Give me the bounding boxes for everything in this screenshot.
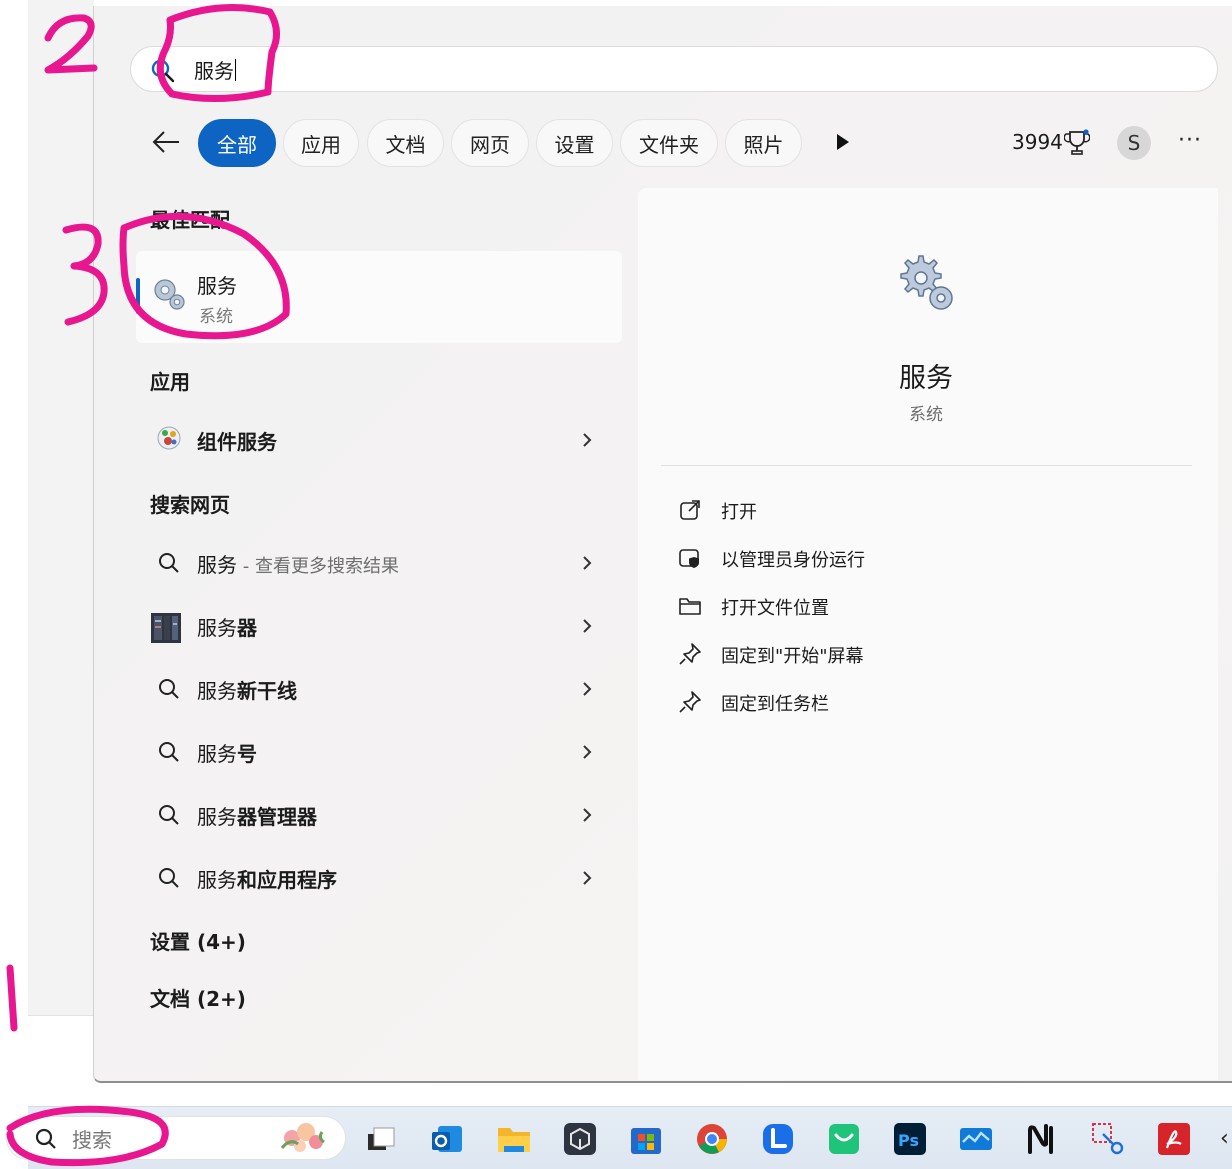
tab-folders[interactable]: 文件夹: [620, 119, 718, 167]
task-view-icon[interactable]: [362, 1120, 400, 1158]
web-result-0[interactable]: 服务 - 查看更多搜索结果: [197, 549, 399, 578]
services-gear-icon: [154, 279, 185, 310]
acrobat-icon[interactable]: [1155, 1120, 1193, 1158]
best-match-subtitle: 系统: [199, 307, 233, 327]
tab-photos[interactable]: 照片: [725, 119, 802, 167]
web-result-5[interactable]: 服务和应用程序: [197, 864, 337, 893]
detail-divider: [661, 465, 1192, 466]
search-box[interactable]: [130, 46, 1218, 92]
search-icon: [159, 805, 179, 825]
action-open[interactable]: 打开: [721, 498, 757, 524]
desktop-window-edge: [28, 0, 94, 1015]
web-search-heading: 搜索网页: [150, 493, 230, 517]
search-icon: [159, 742, 179, 762]
microsoft-store-icon[interactable]: [627, 1120, 665, 1158]
shield-admin-icon: [679, 549, 699, 568]
chevron-right-icon[interactable]: [580, 554, 594, 572]
svg-text:Ps: Ps: [898, 1131, 919, 1150]
outlook-icon[interactable]: [428, 1120, 466, 1158]
avatar[interactable]: S: [1117, 126, 1151, 160]
apps-heading: 应用: [150, 370, 190, 394]
web-result-2[interactable]: 服务新干线: [197, 675, 297, 704]
chrome-icon[interactable]: [693, 1120, 731, 1158]
photoshop-icon[interactable]: Ps: [891, 1120, 929, 1158]
search-icon: [159, 553, 179, 573]
pin-icon: [679, 643, 701, 665]
selection-indicator: [136, 278, 140, 314]
documents-section-heading[interactable]: 文档 (2+): [150, 983, 246, 1012]
search-input[interactable]: 服务: [194, 55, 236, 84]
services-gear-icon: [900, 255, 953, 310]
chevron-right-icon[interactable]: [580, 869, 594, 887]
chevron-right-icon[interactable]: [580, 617, 594, 635]
detail-subtitle: 系统: [909, 405, 943, 425]
flower-bouquet-icon: [280, 1123, 325, 1152]
chevron-right-icon[interactable]: [580, 680, 594, 698]
folder-icon: [679, 598, 701, 615]
search-icon: [159, 679, 179, 699]
tab-all[interactable]: 全部: [198, 119, 276, 167]
detail-pane: [638, 188, 1218, 1080]
play-more-icon[interactable]: [835, 133, 851, 151]
back-arrow-icon[interactable]: [150, 128, 182, 156]
web-result-4[interactable]: 服务器管理器: [197, 801, 317, 830]
trophy-icon[interactable]: [1064, 129, 1090, 157]
component-services-icon: [157, 426, 181, 450]
rewards-points[interactable]: 3994: [1012, 130, 1063, 154]
chevron-left-icon[interactable]: ‹: [1220, 1126, 1229, 1151]
green-app-icon[interactable]: [825, 1120, 863, 1158]
search-icon: [35, 1128, 56, 1149]
file-explorer-icon[interactable]: [495, 1120, 533, 1158]
chevron-right-icon[interactable]: [580, 806, 594, 824]
action-open-file-location[interactable]: 打开文件位置: [721, 594, 829, 620]
settings-section-heading[interactable]: 设置 (4+): [150, 926, 246, 955]
search-icon: [159, 868, 179, 888]
action-run-as-admin[interactable]: 以管理员身份运行: [721, 546, 865, 572]
web-result-1[interactable]: 服务器: [197, 612, 257, 641]
server-image-icon: [151, 613, 181, 643]
tab-documents[interactable]: 文档: [367, 119, 444, 167]
chevron-right-icon[interactable]: [580, 431, 594, 449]
desktop-divider: [28, 1015, 94, 1016]
desktop-background: [0, 0, 30, 1169]
lenovo-app-icon[interactable]: [759, 1120, 797, 1158]
tab-web[interactable]: 网页: [451, 119, 529, 167]
tab-apps[interactable]: 应用: [283, 119, 359, 167]
web-result-3[interactable]: 服务号: [197, 738, 257, 767]
app-result-component-services[interactable]: 组件服务: [197, 426, 277, 455]
best-match-heading: 最佳匹配: [150, 208, 230, 232]
tab-settings[interactable]: 设置: [536, 119, 613, 167]
taskbar-search-placeholder[interactable]: 搜索: [72, 1124, 112, 1153]
more-options-icon[interactable]: ···: [1178, 128, 1202, 153]
search-icon: [151, 59, 175, 83]
notion-like-icon[interactable]: [1023, 1120, 1061, 1158]
best-match-title: 服务: [197, 274, 237, 298]
action-pin-to-taskbar[interactable]: 固定到任务栏: [721, 690, 829, 716]
open-external-icon: [680, 500, 700, 520]
pin-icon: [679, 691, 701, 713]
app-cube-icon[interactable]: [561, 1120, 599, 1158]
snipping-tool-icon[interactable]: [1089, 1120, 1127, 1158]
action-pin-to-start[interactable]: 固定到"开始"屏幕: [721, 642, 864, 668]
chevron-right-icon[interactable]: [580, 743, 594, 761]
monitor-app-icon[interactable]: [957, 1120, 995, 1158]
